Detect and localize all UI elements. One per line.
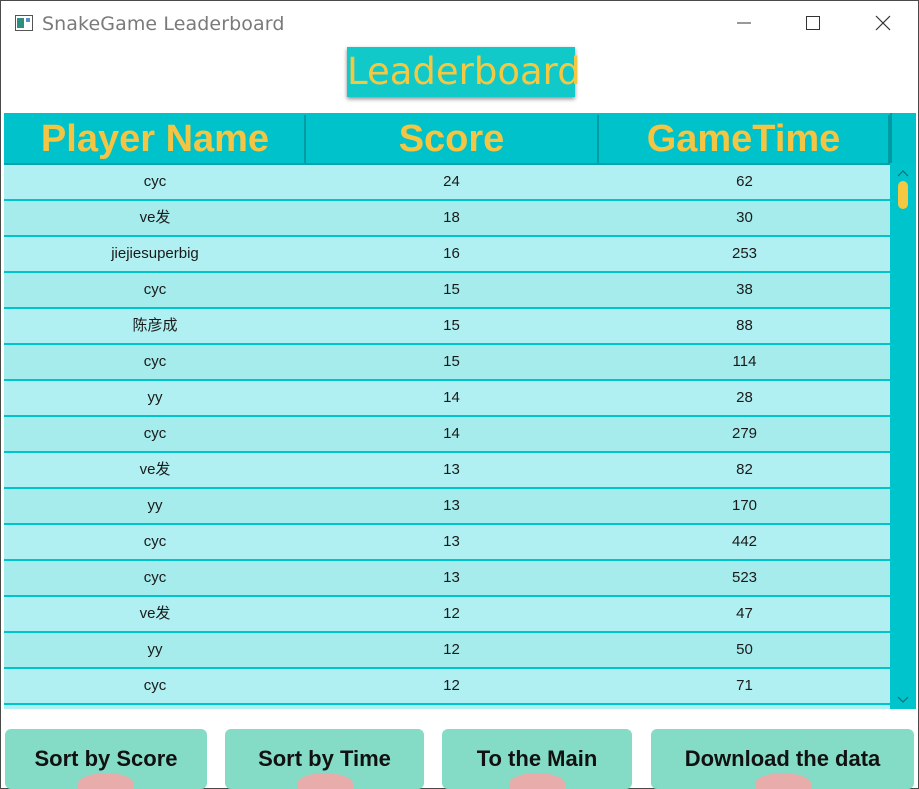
- scroll-up-arrow-icon[interactable]: [897, 168, 909, 178]
- gametime-cell: 114: [732, 353, 757, 370]
- gametime-cell: 88: [736, 317, 753, 334]
- table-header: Player Name Score GameTime: [4, 113, 890, 165]
- table-row[interactable]: jiejiesuperbig 16 253: [4, 237, 890, 271]
- gametime-cell: 523: [731, 569, 758, 586]
- table-row[interactable]: 陈彦成 15 88: [4, 309, 890, 343]
- player-name-cell: cyc: [143, 569, 167, 586]
- player-name-cell: cyc: [143, 173, 167, 190]
- score-cell: 13: [443, 461, 460, 478]
- player-name-cell: cyc: [143, 677, 167, 694]
- close-icon: [875, 15, 891, 31]
- table-body[interactable]: cyc 24 62 ve发 18 30 jiejiesuperbig 16 253 cyc 15 38…: [4, 165, 890, 709]
- table-row[interactable]: ve发 12 47: [4, 597, 890, 631]
- score-cell: 15: [443, 281, 460, 298]
- score-cell: 15: [443, 353, 460, 370]
- sort-by-time-button[interactable]: Sort by Time: [225, 729, 424, 789]
- gametime-cell: 47: [736, 605, 753, 622]
- gametime-cell: 279: [731, 425, 758, 442]
- score-cell: 18: [443, 209, 460, 226]
- player-name-cell: yy: [147, 641, 163, 658]
- title-bar[interactable]: SnakeGame Leaderboard: [1, 1, 918, 45]
- scrollbar-thumb[interactable]: [898, 181, 908, 209]
- sort-by-time-label: Sort by Time: [258, 746, 391, 771]
- score-cell: 14: [443, 389, 460, 406]
- app-icon: [15, 15, 33, 31]
- vertical-scrollbar[interactable]: [890, 165, 916, 709]
- table-row[interactable]: ve发 13 82: [4, 453, 890, 487]
- maximize-icon: [806, 16, 820, 30]
- player-name-cell: cyc: [143, 353, 167, 370]
- table-row[interactable]: ve发 18 30: [4, 201, 890, 235]
- column-header-gametime[interactable]: GameTime: [599, 115, 890, 163]
- close-button[interactable]: [848, 1, 918, 45]
- table-row[interactable]: yy 12 50: [4, 633, 890, 667]
- table-row[interactable]: cyc 24 62: [4, 165, 890, 199]
- header-corner: [890, 113, 916, 163]
- gametime-cell: 62: [736, 173, 753, 190]
- leaderboard-window: SnakeGame Leaderboard Leaderboard Player…: [0, 0, 919, 789]
- player-name-cell: cyc: [143, 281, 167, 298]
- score-cell: 13: [443, 569, 460, 586]
- score-cell: 13: [443, 497, 460, 514]
- download-data-label: Download the data: [684, 746, 881, 771]
- table-row[interactable]: yy 14 28: [4, 381, 890, 415]
- window-title: SnakeGame Leaderboard: [42, 13, 285, 35]
- to-the-main-button[interactable]: To the Main: [442, 729, 632, 789]
- player-name-cell: yy: [147, 389, 163, 406]
- player-name-cell: ve发: [139, 461, 171, 478]
- gametime-cell: 442: [731, 533, 758, 550]
- table-row[interactable]: cyc 13 523: [4, 561, 890, 595]
- snake-decoration-icon: [296, 773, 353, 789]
- column-header-player-name[interactable]: Player Name: [6, 115, 306, 163]
- gametime-cell: 82: [736, 461, 753, 478]
- score-cell: 24: [443, 173, 460, 190]
- table-row[interactable]: cyc 15 38: [4, 273, 890, 307]
- player-name-cell: cyc: [143, 425, 167, 442]
- snake-decoration-icon: [754, 773, 811, 789]
- score-cell: 12: [443, 641, 460, 658]
- column-header-score[interactable]: Score: [306, 115, 599, 163]
- score-cell: 14: [443, 425, 460, 442]
- player-name-cell: ve发: [139, 605, 171, 622]
- scroll-down-arrow-icon[interactable]: [897, 695, 909, 705]
- gametime-cell: 170: [731, 497, 758, 514]
- to-the-main-label: To the Main: [476, 746, 598, 771]
- snake-decoration-icon: [509, 773, 565, 789]
- player-name-cell: yy: [147, 497, 163, 514]
- download-data-button[interactable]: Download the data: [651, 729, 914, 789]
- gametime-cell: 28: [736, 389, 753, 406]
- score-cell: 12: [443, 605, 460, 622]
- maximize-button[interactable]: [778, 1, 848, 45]
- minimize-icon: [737, 22, 751, 24]
- gametime-cell: 50: [736, 641, 753, 658]
- gametime-cell: 30: [736, 209, 753, 226]
- sort-by-score-label: Sort by Score: [34, 746, 178, 771]
- score-cell: 15: [443, 317, 460, 334]
- table-row[interactable]: cyc 14 279: [4, 417, 890, 451]
- snake-decoration-icon: [78, 773, 134, 789]
- player-name-cell: jiejiesuperbig: [111, 245, 199, 262]
- gametime-cell: 253: [731, 245, 758, 262]
- leaderboard-table: Player Name Score GameTime cyc 24 62 ve发 18 3…: [4, 113, 916, 709]
- table-row[interactable]: yy 13 170: [4, 489, 890, 523]
- sort-by-score-button[interactable]: Sort by Score: [5, 729, 207, 789]
- score-cell: 12: [443, 677, 460, 694]
- gametime-cell: 71: [736, 677, 753, 694]
- player-name-cell: ve发: [139, 209, 171, 226]
- table-row[interactable]: cyc 12 71: [4, 669, 890, 703]
- player-name-cell: cyc: [143, 533, 167, 550]
- score-cell: 16: [443, 245, 460, 262]
- minimize-button[interactable]: [709, 1, 779, 45]
- table-row[interactable]: cyc 15 114: [4, 345, 890, 379]
- player-name-cell: 陈彦成: [132, 317, 178, 334]
- score-cell: 13: [443, 533, 460, 550]
- table-row[interactable]: cyc 13 442: [4, 525, 890, 559]
- leaderboard-heading: Leaderboard: [347, 47, 581, 97]
- gametime-cell: 38: [736, 281, 753, 298]
